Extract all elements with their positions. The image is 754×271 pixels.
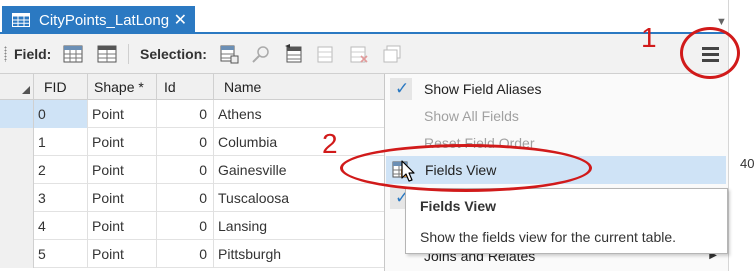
copy-selected-button[interactable] [381, 43, 403, 65]
cell-fid[interactable]: 4 [34, 212, 88, 240]
toolbar-grip-icon [4, 46, 7, 62]
cell-id[interactable]: 0 [157, 212, 214, 240]
annotation-number-1: 1 [641, 22, 657, 53]
switch-selection-button[interactable] [283, 43, 305, 65]
tooltip-body: Show the fields view for the current tab… [420, 229, 677, 245]
menu-item-show-all-fields[interactable]: Show All Fields [385, 102, 729, 130]
cell-name[interactable]: Pittsburgh [214, 240, 384, 268]
toolbar-separator [128, 44, 129, 64]
table-row[interactable]: 2 Point 0 Gainesville [0, 156, 384, 184]
menu-item-label: Show All Fields [424, 108, 519, 124]
menu-item-label: Show Field Aliases [424, 81, 542, 97]
cell-shape[interactable]: Point [88, 128, 157, 156]
cell-fid[interactable]: 0 [34, 100, 88, 128]
cell-fid[interactable]: 1 [34, 128, 88, 156]
table-row[interactable]: 4 Point 0 Lansing [0, 212, 384, 240]
add-field-button[interactable] [62, 43, 84, 65]
calculate-field-icon [97, 45, 117, 63]
corner-triangle-icon [22, 86, 30, 94]
field-label: Field: [14, 46, 52, 62]
tooltip-title: Fields View [420, 198, 496, 214]
cell-id[interactable]: 0 [157, 240, 214, 268]
zoom-to-selection-button[interactable] [250, 43, 272, 65]
checkmark-icon: ✓ [395, 79, 410, 98]
column-header-shape[interactable]: Shape * [88, 74, 157, 100]
table-icon [12, 13, 30, 27]
cell-name[interactable]: Lansing [214, 212, 384, 240]
attribute-table: FID Shape * Id Name 0 Point 0 Athens 1 P… [0, 74, 384, 271]
cell-name[interactable]: Athens [214, 100, 384, 128]
cell-shape[interactable]: Point [88, 212, 157, 240]
select-by-attributes-button[interactable] [218, 43, 240, 65]
cell-fid[interactable]: 3 [34, 184, 88, 212]
table-header: FID Shape * Id Name [0, 74, 384, 100]
annotation-circle-2 [340, 144, 592, 192]
column-header-fid[interactable]: FID [34, 74, 88, 100]
fields-view-tooltip: Fields View Show the fields view for the… [405, 188, 728, 254]
cell-fid[interactable]: 5 [34, 240, 88, 268]
switch-selection-icon [285, 44, 302, 63]
tab-list-dropdown-icon[interactable]: ▼ [716, 16, 727, 28]
annotation-number-2: 2 [322, 128, 338, 159]
delete-selected-button[interactable] [348, 43, 370, 65]
cell-id[interactable]: 0 [157, 128, 214, 156]
cell-id[interactable]: 0 [157, 100, 214, 128]
add-field-icon [63, 45, 83, 63]
clear-selection-button[interactable] [314, 43, 336, 65]
selection-label: Selection: [140, 46, 207, 62]
row-selector[interactable] [0, 128, 34, 156]
select-by-attributes-icon [220, 45, 239, 64]
row-selector[interactable] [0, 100, 34, 128]
row-selector[interactable] [0, 240, 34, 268]
table-row[interactable]: 3 Point 0 Tuscaloosa [0, 184, 384, 212]
row-selector[interactable] [0, 156, 34, 184]
cell-fid[interactable]: 2 [34, 156, 88, 184]
zoom-to-selection-icon [252, 46, 269, 63]
column-header-name[interactable]: Name [214, 74, 384, 100]
calculate-field-button[interactable] [96, 43, 118, 65]
tab-citypoints-latlong[interactable]: CityPoints_LatLong ✕ [2, 6, 195, 34]
annotation-circle-1 [680, 27, 740, 79]
row-selector[interactable] [0, 184, 34, 212]
clear-selection-icon [317, 46, 333, 63]
table-row[interactable]: 5 Point 0 Pittsburgh [0, 240, 384, 268]
column-header-id[interactable]: Id [157, 74, 214, 100]
cell-shape[interactable]: Point [88, 240, 157, 268]
table-toolbar: Field: Selection: [0, 34, 728, 74]
cell-name[interactable]: Tuscaloosa [214, 184, 384, 212]
cell-shape[interactable]: Point [88, 184, 157, 212]
select-all-corner[interactable] [0, 74, 34, 100]
close-icon[interactable]: ✕ [174, 10, 187, 30]
cell-id[interactable]: 0 [157, 156, 214, 184]
table-row[interactable]: 0 Point 0 Athens [0, 100, 384, 128]
row-selector[interactable] [0, 212, 34, 240]
cell-name[interactable]: Columbia [214, 128, 384, 156]
cell-shape[interactable]: Point [88, 100, 157, 128]
tab-title: CityPoints_LatLong [39, 11, 170, 29]
copy-selected-icon [383, 45, 401, 63]
delete-selected-icon [350, 46, 368, 63]
menu-item-show-field-aliases[interactable]: ✓ Show Field Aliases [385, 75, 729, 103]
gutter-text: 40 [740, 156, 754, 171]
cell-shape[interactable]: Point [88, 156, 157, 184]
cell-id[interactable]: 0 [157, 184, 214, 212]
